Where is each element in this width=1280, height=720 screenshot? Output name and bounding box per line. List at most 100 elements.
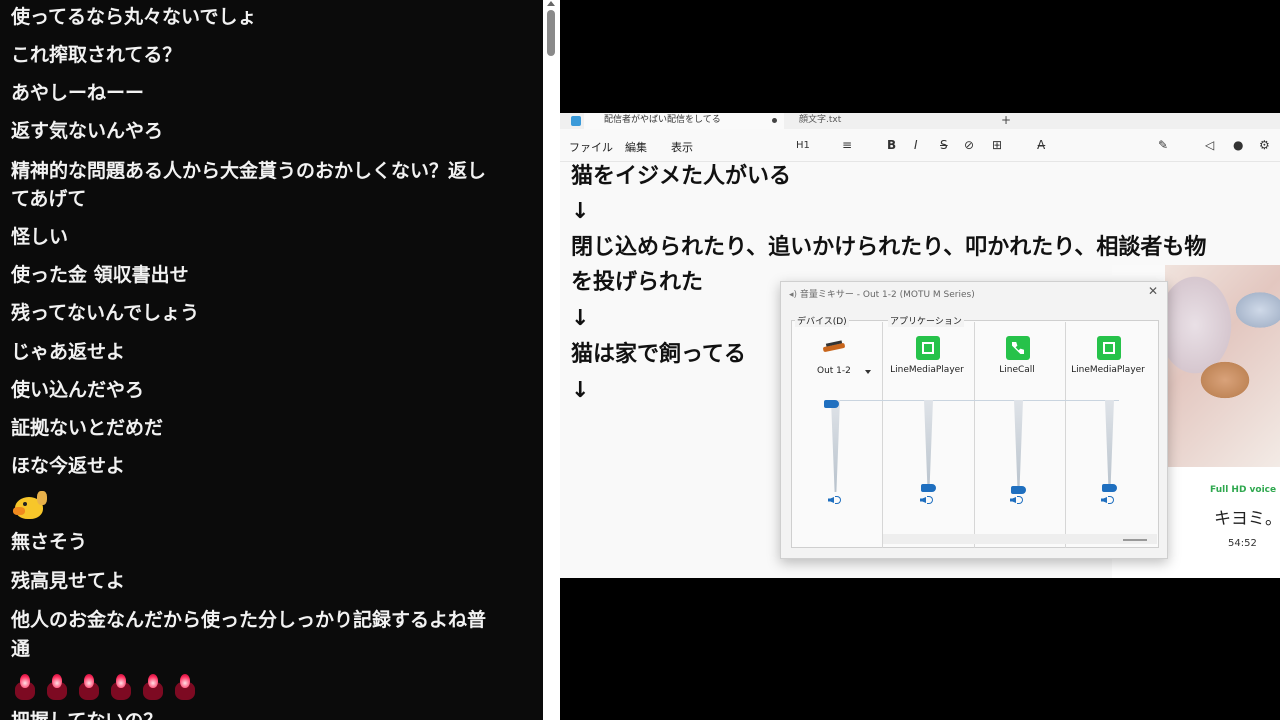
chat-message: 証拠ないとだめだ: [11, 417, 164, 439]
account-icon[interactable]: ●: [1233, 138, 1243, 152]
chat-message: 使ってるなら丸々ないでしょ: [11, 6, 257, 28]
chat-message: これ搾取されてる？: [11, 44, 182, 66]
media-player-icon: [1097, 336, 1121, 360]
scrollbar-thumb[interactable]: [547, 10, 555, 56]
doc-line: 猫をイジメた人がいる: [571, 164, 792, 189]
chat-message: 通: [11, 638, 31, 660]
chat-message: 把握してないの？: [11, 707, 526, 720]
tab-label: 顔文字.txt: [799, 115, 842, 125]
app-mute-button[interactable]: [1010, 494, 1024, 506]
app-column-linemediaplayer: LineMediaPlayer: [1063, 336, 1153, 546]
link-icon[interactable]: ⊘: [964, 138, 974, 152]
unsaved-dot-icon: [772, 118, 777, 123]
phone-icon: [1006, 336, 1030, 360]
notepad-app-icon: [571, 116, 581, 126]
red-candle-icon: [141, 674, 165, 700]
mixer-horizontal-scrollbar[interactable]: [883, 534, 1157, 544]
italic-button[interactable]: I: [914, 138, 918, 152]
red-candle-icon: [109, 674, 133, 700]
doc-line: 猫は家で飼ってる: [571, 342, 746, 367]
doc-line: ↓: [571, 306, 590, 331]
red-candle-icon: [45, 674, 69, 700]
notepad-tabbar: 配信者がやばい配信をしてる 顔文字.txt +: [560, 113, 1280, 129]
chat-message: 使った金 領収書出せ: [11, 264, 189, 286]
app-volume-slider[interactable]: [921, 484, 936, 493]
chat-message: 精神的な問題ある人から大金貰うのおかしくない？返し: [11, 160, 487, 182]
menu-edit[interactable]: 編集: [625, 139, 647, 155]
app-volume-track[interactable]: [1105, 400, 1114, 492]
tab-active[interactable]: 配信者がやばい配信をしてる: [584, 113, 784, 129]
device-column: Out 1-2: [793, 336, 883, 546]
volume-mixer-window: ◂) 音量ミキサー - Out 1-2 (MOTU M Series) ✕ デバ…: [780, 281, 1168, 559]
caller-name: キヨミ。: [1214, 509, 1280, 529]
app-name: LineMediaPlayer: [890, 365, 964, 375]
speaker-device-icon: [822, 340, 849, 354]
chat-message: ほな今返せよ: [11, 455, 126, 477]
device-mute-button[interactable]: [828, 494, 842, 506]
hd-voice-badge: Full HD voice: [1210, 485, 1277, 495]
chat-message: 残ってないんでしょう: [11, 302, 200, 324]
app-column-linemediaplayer: LineMediaPlayer: [882, 336, 972, 546]
call-timer: 54:52: [1228, 538, 1257, 549]
chat-message: じゃあ返せよ: [11, 341, 126, 363]
app-volume-track[interactable]: [924, 400, 933, 492]
chat-message: あやしーねーー: [11, 82, 145, 104]
tab-label: 配信者がやばい配信をしてる: [604, 115, 721, 125]
chat-scrollbar[interactable]: [543, 0, 560, 720]
red-candle-icon: [173, 674, 197, 700]
stream-view: 配信者がやばい配信をしてる 顔文字.txt + ファイル 編集 表示 H1 ≡ …: [560, 0, 1280, 720]
doc-line: ↓: [571, 378, 590, 403]
chat-message-emoji: [13, 491, 47, 521]
chat-message: 返す気ないんやろ: [11, 120, 164, 142]
list-icon[interactable]: ≡: [842, 138, 852, 152]
copilot-icon[interactable]: ✎: [1158, 138, 1168, 152]
device-select[interactable]: Out 1-2: [817, 366, 851, 376]
close-button[interactable]: ✕: [1148, 284, 1158, 298]
menu-view[interactable]: 表示: [671, 139, 693, 155]
device-volume-slider[interactable]: [824, 400, 839, 408]
app-mute-button[interactable]: [920, 494, 934, 506]
app-name: LineCall: [999, 365, 1035, 375]
tab-inactive[interactable]: 顔文字.txt: [799, 113, 841, 127]
applications-section-label: アプリケーション: [888, 314, 964, 327]
settings-gear-icon[interactable]: ⚙: [1259, 138, 1270, 152]
chevron-down-icon[interactable]: [865, 370, 871, 374]
chat-message: 怪しい: [11, 226, 69, 248]
device-volume-track[interactable]: [831, 400, 840, 492]
strikethrough-button[interactable]: S: [940, 138, 948, 152]
red-candle-icon: [77, 674, 101, 700]
doc-line: を投げられた: [571, 270, 704, 295]
menu-file[interactable]: ファイル: [569, 139, 613, 155]
chat-panel: 使ってるなら丸々ないでしょ これ搾取されてる？ あやしーねーー 返す気ないんやろ…: [0, 0, 543, 720]
app-volume-slider[interactable]: [1102, 484, 1117, 493]
announce-icon[interactable]: ◁: [1205, 138, 1214, 152]
notepad-window: 配信者がやばい配信をしてる 顔文字.txt + ファイル 編集 表示 H1 ≡ …: [560, 113, 1280, 578]
webcam-photo: [1165, 265, 1280, 467]
mixer-title: ◂) 音量ミキサー - Out 1-2 (MOTU M Series): [789, 287, 975, 300]
app-name: LineMediaPlayer: [1071, 365, 1145, 375]
duck-emoji-icon: [13, 491, 47, 521]
app-volume-track[interactable]: [1014, 400, 1023, 492]
chat-message: 残高見せてよ: [11, 570, 126, 592]
doc-line: 閉じ込められたり、追いかけられたり、叩かれたり、相談者も物: [571, 235, 1207, 260]
doc-line: ↓: [571, 199, 590, 224]
chat-message-emoji: [13, 674, 197, 700]
chat-message: てあげて: [11, 188, 87, 210]
chat-message: 無さそう: [11, 531, 88, 553]
bold-button[interactable]: B: [887, 138, 896, 152]
chat-message: 他人のお金なんだから使った分しっかり記録するよね普: [11, 609, 487, 631]
notepad-menubar: ファイル 編集 表示 H1 ≡ B I S ⊘ ⊞ A̶ ✎ ◁ ● ⚙: [560, 129, 1280, 162]
red-candle-icon: [13, 674, 37, 700]
scroll-up-arrow-icon[interactable]: [547, 1, 555, 6]
speaker-small-icon: ◂): [789, 290, 798, 300]
media-player-icon: [916, 336, 940, 360]
chat-message: 使い込んだやろ: [11, 379, 145, 401]
app-column-linecall: LineCall: [972, 336, 1062, 546]
new-tab-button[interactable]: +: [1001, 113, 1011, 127]
app-mute-button[interactable]: [1101, 494, 1115, 506]
app-volume-slider[interactable]: [1011, 486, 1026, 494]
table-icon[interactable]: ⊞: [992, 138, 1002, 152]
mixer-title-text: 音量ミキサー - Out 1-2 (MOTU M Series): [799, 290, 975, 300]
heading-dropdown[interactable]: H1: [796, 140, 810, 151]
clear-format-icon[interactable]: A̶: [1037, 138, 1045, 152]
